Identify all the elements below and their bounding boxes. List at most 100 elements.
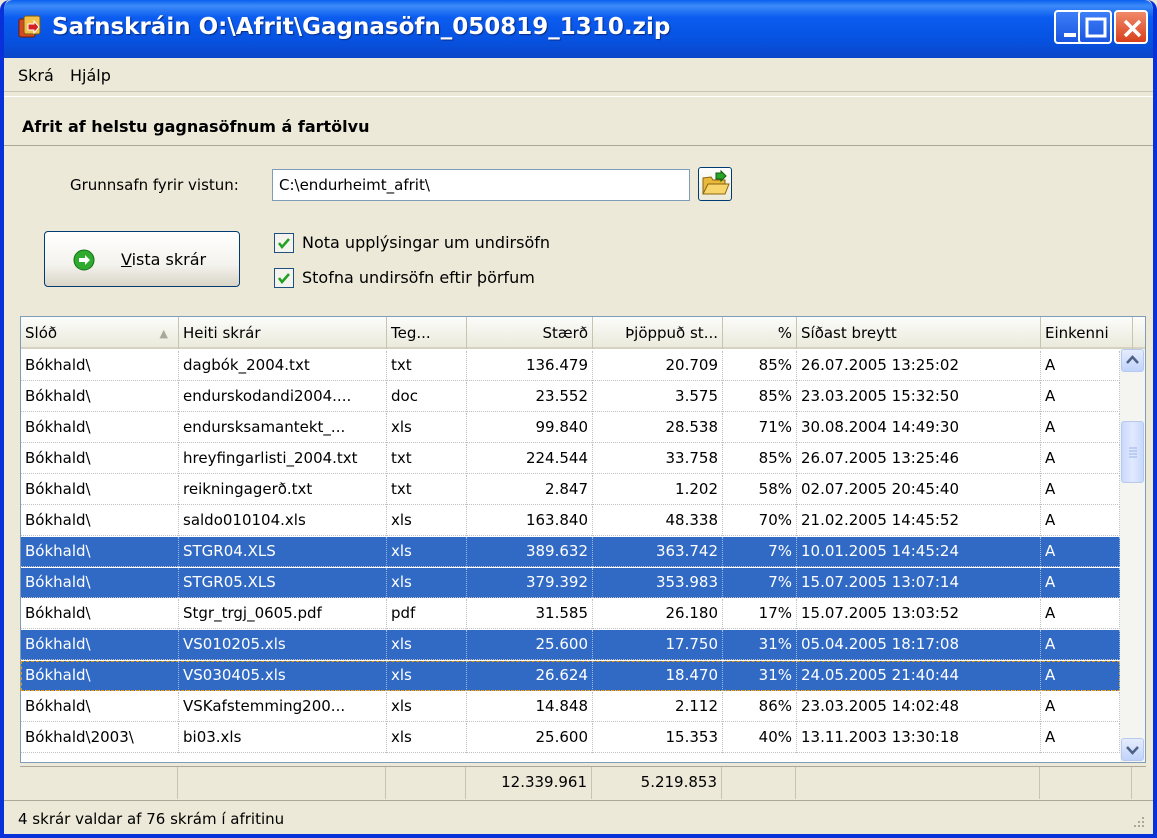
cell-type: xls [387,692,467,722]
table-row[interactable]: Bókhald\ VSKafstemming200... xls 14.848 2.11… [21,692,1120,722]
menu-bar: Skrá Hjálp [4,58,1153,92]
cell-modified: 02.07.2005 20:45:40 [797,475,1041,505]
totals-row: 12.339.961 5.219.853 [20,766,1146,799]
totals-cell-empty [178,767,386,799]
table-row[interactable]: Bókhald\ dagbók_2004.txt txt 136.479 20.709 8… [21,351,1120,381]
cell-compressed: 28.538 [593,413,723,443]
use-subfolder-info-label: Nota upplýsingar um undirsöfn [302,233,551,252]
chevron-down-icon [1126,746,1139,755]
cell-size: 23.552 [467,382,593,412]
cell-attributes: A [1041,382,1120,412]
checkmark-icon [278,273,290,284]
cell-path: Bókhald\ [21,475,179,505]
cell-size: 26.624 [467,661,593,691]
table-row[interactable]: Bókhald\ endursksamantekt_... xls 99.840 28.… [21,413,1120,443]
resize-grip-icon[interactable] [1131,814,1145,828]
cell-path: Bókhald\2003\ [21,723,179,753]
cell-type: xls [387,413,467,443]
cell-type: xls [387,723,467,753]
table-row[interactable]: Bókhald\ reikningagerð.txt txt 2.847 1.202 58… [21,475,1120,505]
cell-modified: 15.07.2005 13:03:52 [797,599,1041,629]
cell-compressed: 33.758 [593,444,723,474]
cell-size: 379.392 [467,568,593,598]
cell-percent: 40% [723,723,797,753]
scroll-up-button[interactable] [1121,349,1144,372]
table-row[interactable]: Bókhald\ endurskodandi2004.... doc 23.552 3.… [21,382,1120,412]
base-folder-input[interactable] [272,169,690,201]
column-header-name[interactable]: Heiti skrár [179,317,387,349]
cell-size: 99.840 [467,413,593,443]
cell-size: 25.600 [467,630,593,660]
scroll-down-button[interactable] [1121,738,1144,761]
cell-modified: 13.11.2003 13:30:18 [797,723,1041,753]
vertical-scrollbar[interactable] [1120,349,1145,762]
cell-attributes: A [1041,413,1120,443]
column-header-size[interactable]: Stærð [467,317,593,349]
cell-percent: 85% [723,444,797,474]
column-header-percent[interactable]: % [723,317,797,349]
table-row[interactable]: Bókhald\ STGR05.XLS xls 379.392 353.983 7% 15.… [21,568,1120,598]
cell-type: txt [387,475,467,505]
cell-compressed: 353.983 [593,568,723,598]
table-row[interactable]: Bókhald\ saldo010104.xls xls 163.840 48.338 7… [21,506,1120,536]
save-files-button[interactable]: Vista skrár [44,231,240,287]
table-row[interactable]: Bókhald\ hreyfingarlisti_2004.txt txt 224.5… [21,444,1120,474]
sort-ascending-icon: ▲ [159,327,168,340]
cell-modified: 15.07.2005 13:07:14 [797,568,1041,598]
close-button[interactable] [1114,10,1148,44]
cell-type: txt [387,444,467,474]
cell-modified: 26.07.2005 13:25:02 [797,351,1041,381]
cell-percent: 86% [723,692,797,722]
cell-size: 224.544 [467,444,593,474]
create-subfolders-checkbox[interactable] [274,268,294,288]
column-header-compressed[interactable]: Þjöppuð st... [593,317,723,349]
use-subfolder-info-checkbox[interactable] [274,233,294,253]
table-row[interactable]: Bókhald\ VS010205.xls xls 25.600 17.750 31% 05… [21,630,1120,660]
column-header-modified[interactable]: Síðast breytt [797,317,1041,349]
menu-hjalp[interactable]: Hjálp [70,66,111,85]
cell-attributes: A [1041,351,1120,381]
grip-lines-icon [1129,447,1137,458]
table-row[interactable]: Bókhald\ STGR04.XLS xls 389.632 363.742 7% 10.… [21,537,1120,567]
page-title: Afrit af helstu gagnasöfnum á fartölvu [22,117,370,136]
cell-percent: 58% [723,475,797,505]
column-header-type[interactable]: Teg... [387,317,467,349]
table-row[interactable]: Bókhald\ Stgr_trgj_0605.pdf pdf 31.585 26.18… [21,599,1120,629]
cell-percent: 31% [723,661,797,691]
cell-modified: 21.02.2005 14:45:52 [797,506,1041,536]
totals-cell-empty [796,767,1040,799]
cell-type: txt [387,351,467,381]
total-compressed: 5.219.853 [592,767,722,799]
checkmark-icon [278,238,290,249]
cell-attributes: A [1041,661,1120,691]
table-row[interactable]: Bókhald\2003\ bi03.xls xls 25.600 15.353 40% 1… [21,723,1120,753]
cell-modified: 26.07.2005 13:25:46 [797,444,1041,474]
main-window: Safnskráin O:\Afrit\Gagnasöfn_050819_131… [0,0,1157,838]
cell-compressed: 17.750 [593,630,723,660]
cell-size: 136.479 [467,351,593,381]
file-list: Slóð ▲ Heiti skrár Teg... Stærð Þjöppuð s… [20,316,1146,763]
cell-attributes: A [1041,630,1120,660]
cell-filename: STGR04.XLS [179,537,387,567]
maximize-button[interactable] [1078,10,1112,44]
cell-compressed: 2.112 [593,692,723,722]
cell-filename: VS030405.xls [179,661,387,691]
cell-attributes: A [1041,444,1120,474]
cell-size: 389.632 [467,537,593,567]
table-row[interactable]: Bókhald\ VS030405.xls xls 26.624 18.470 31% 24… [21,661,1120,691]
browse-folder-button[interactable] [698,167,732,201]
cell-filename: VSKafstemming200... [179,692,387,722]
cell-type: xls [387,506,467,536]
cell-size: 31.585 [467,599,593,629]
column-header-attributes[interactable]: Einkenni [1041,317,1133,349]
menu-skra[interactable]: Skrá [18,66,54,85]
cell-modified: 10.01.2005 14:45:24 [797,537,1041,567]
column-header-path[interactable]: Slóð ▲ [21,317,179,349]
cell-type: xls [387,537,467,567]
title-bar[interactable]: Safnskráin O:\Afrit\Gagnasöfn_050819_131… [4,0,1153,58]
scroll-thumb[interactable] [1121,421,1144,483]
cell-filename: dagbók_2004.txt [179,351,387,381]
cell-percent: 70% [723,506,797,536]
cell-size: 2.847 [467,475,593,505]
cell-path: Bókhald\ [21,444,179,474]
